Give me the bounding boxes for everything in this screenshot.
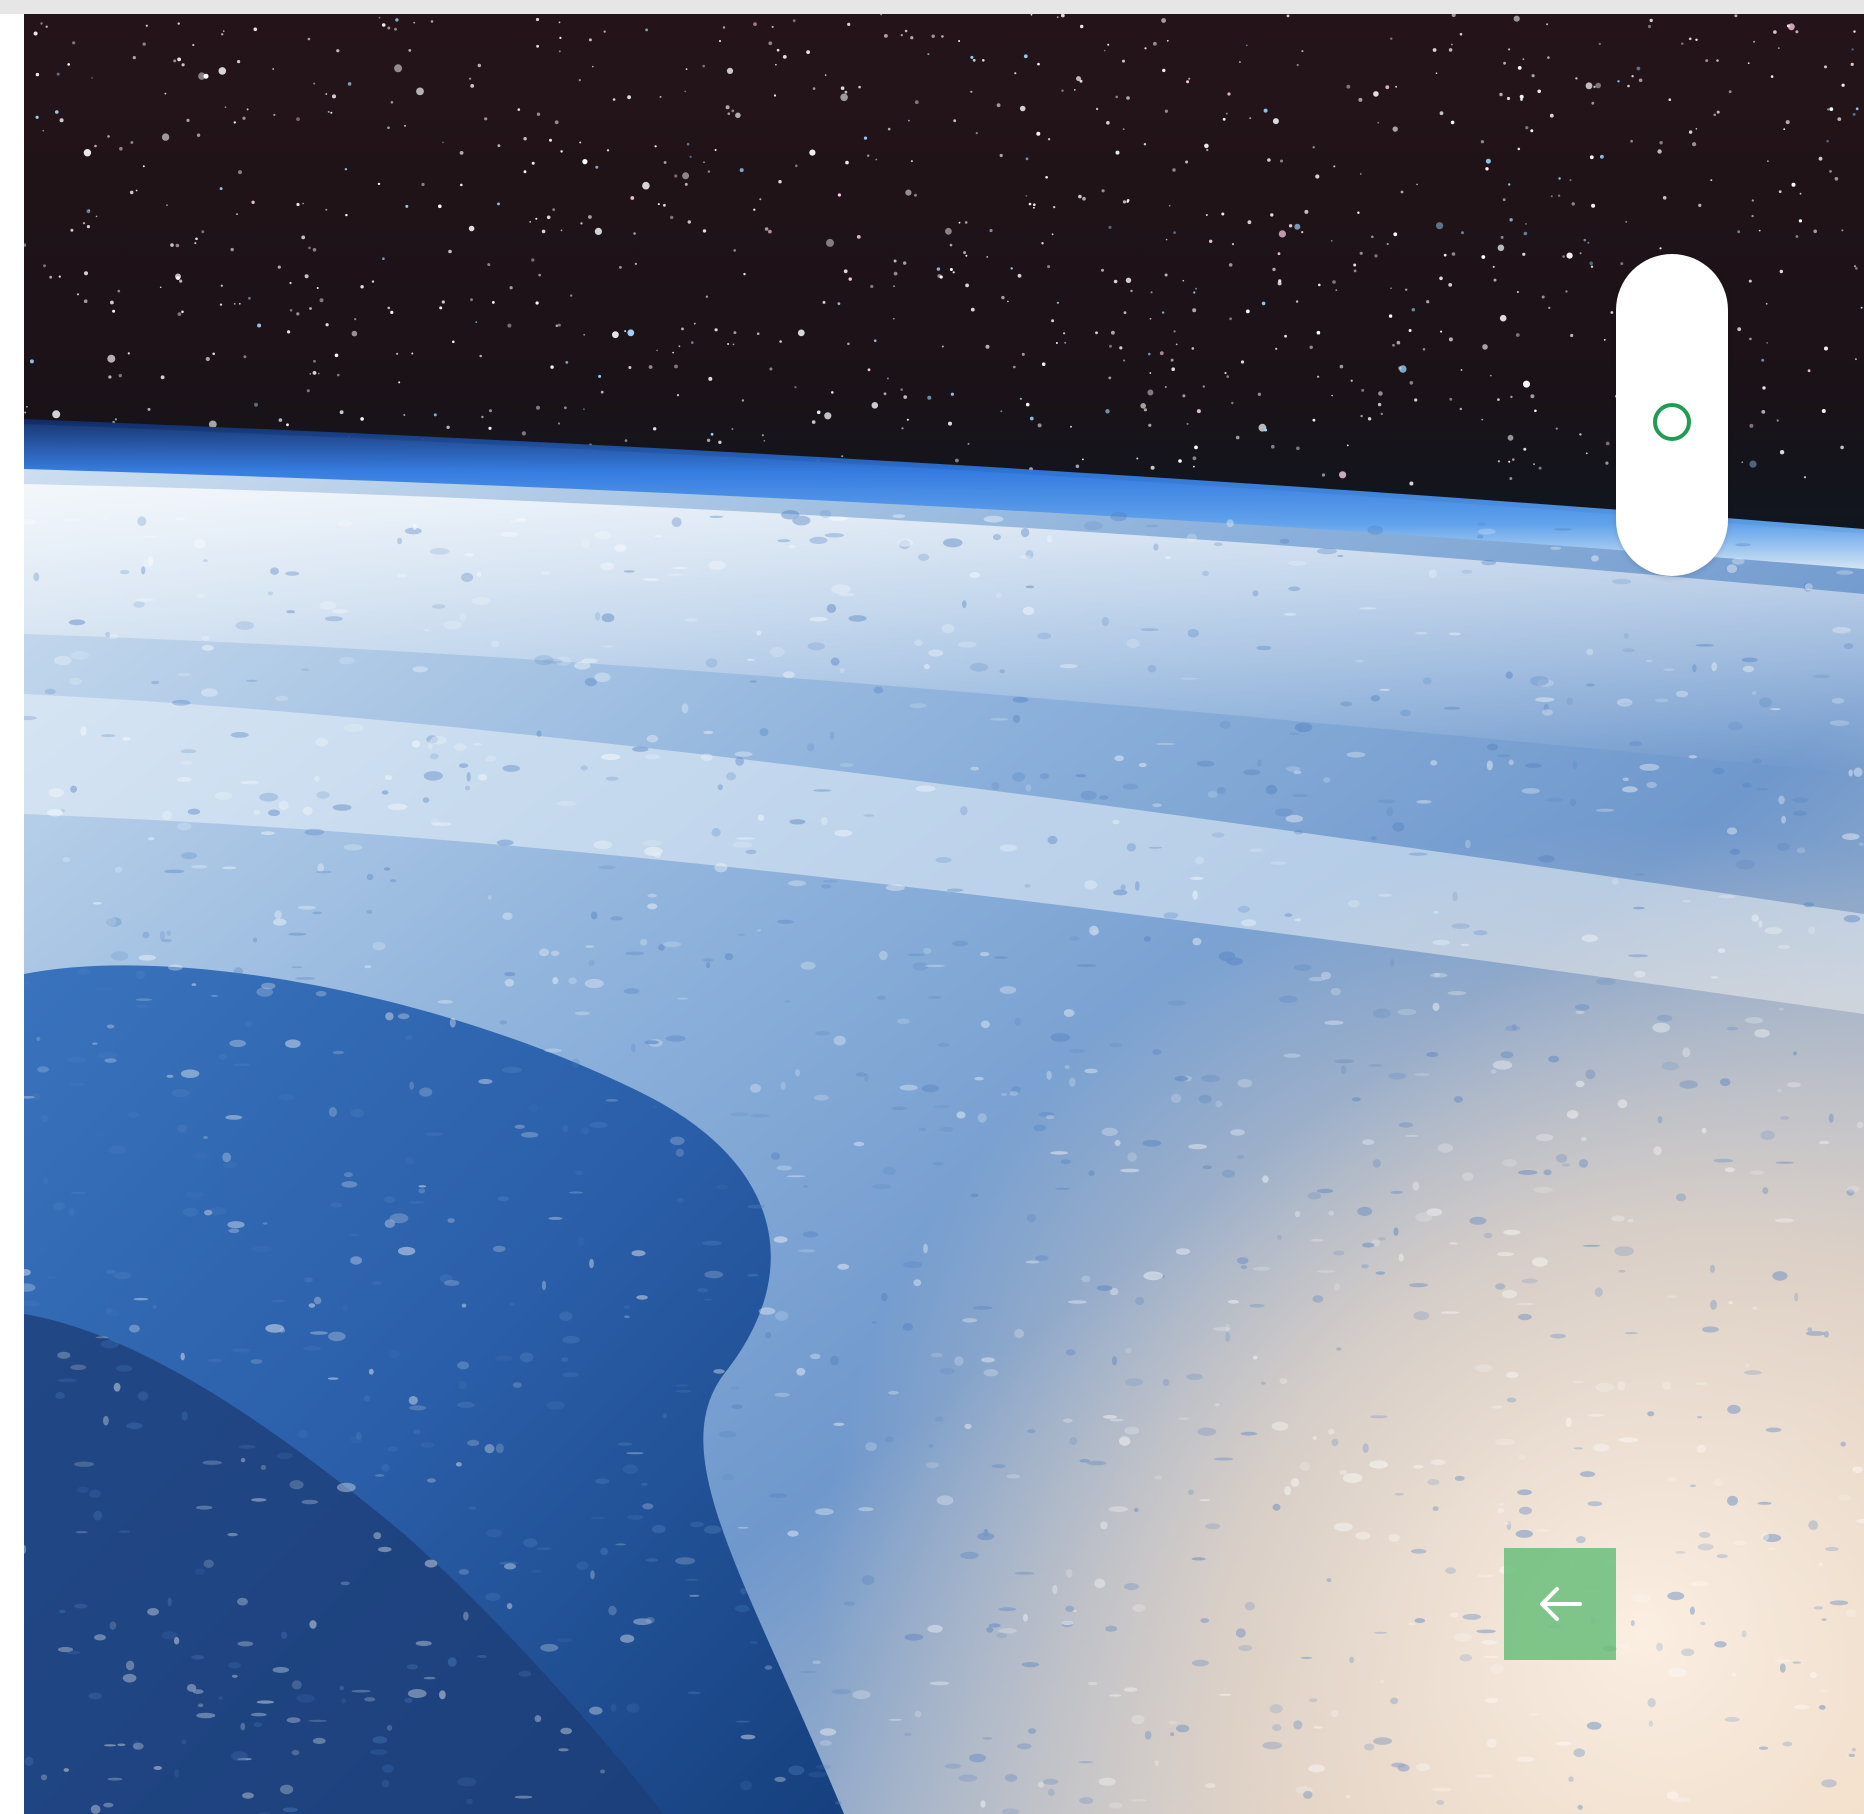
top-bar	[0, 0, 1864, 14]
left-gutter	[0, 14, 24, 1814]
back-button[interactable]	[1504, 1548, 1616, 1660]
slider-track[interactable]	[1616, 254, 1728, 576]
arrow-left-icon	[1540, 1587, 1582, 1621]
hero-image	[24, 14, 1864, 1814]
circle-outline-icon[interactable]	[1653, 403, 1691, 441]
earth-from-space-image	[24, 14, 1864, 1814]
